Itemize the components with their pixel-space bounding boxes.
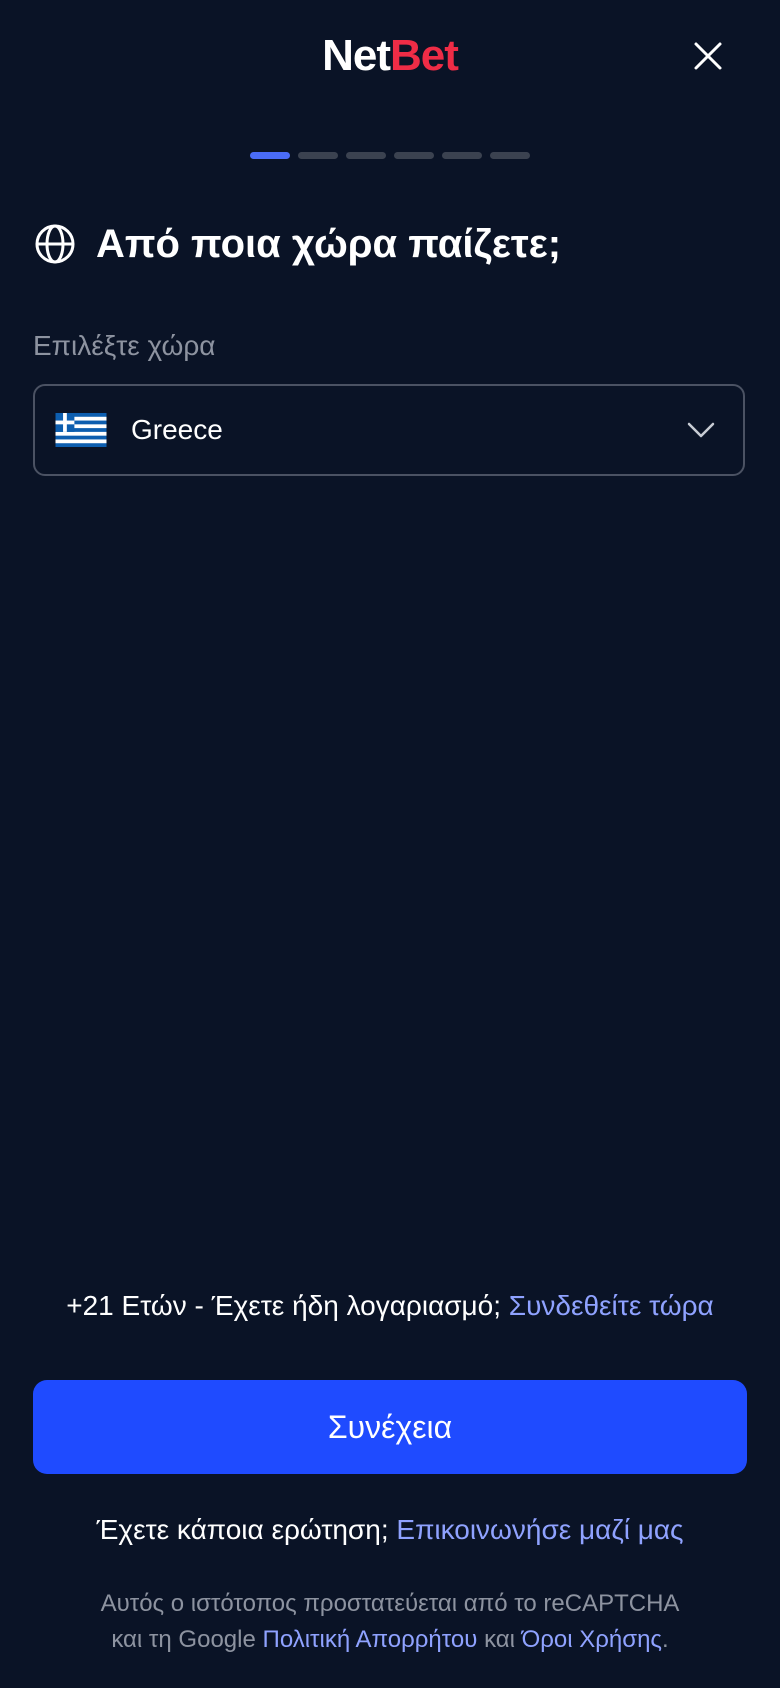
selected-country: Greece [131, 414, 223, 445]
header: NetBet [0, 0, 780, 112]
recaptcha-notice: Αυτός ο ιστότοπος προστατεύεται από το r… [0, 1586, 780, 1658]
recaptcha-line-1: Αυτός ο ιστότοπος προστατεύεται από το r… [100, 1590, 680, 1617]
logo-bet-text: Bet [390, 31, 459, 80]
progress-step-1 [250, 152, 290, 159]
logo-net-text: Net [322, 31, 391, 80]
country-field-label: Επιλέξτε χώρα [33, 330, 216, 361]
close-icon [694, 42, 722, 70]
chevron-down-icon [687, 422, 715, 438]
login-link[interactable]: Συνδεθείτε τώρα [509, 1290, 714, 1321]
terms-link[interactable]: Όροι Χρήσης [522, 1626, 662, 1653]
contact-prompt: Έχετε κάποια ερώτηση; Επικοινωνήσε μαζί … [0, 1514, 780, 1546]
contact-prompt-text: Έχετε κάποια ερώτηση; [96, 1514, 389, 1545]
progress-step-4 [394, 152, 434, 159]
continue-button[interactable]: Συνέχεια [33, 1380, 747, 1474]
login-prompt: +21 Ετών - Έχετε ήδη λογαριασμό; Συνδεθε… [0, 1290, 780, 1322]
contact-link[interactable]: Επικοινωνήσε μαζί μας [396, 1514, 683, 1545]
progress-step-2 [298, 152, 338, 159]
login-prompt-text: +21 Ετών - Έχετε ήδη λογαριασμό; [66, 1290, 502, 1321]
progress-step-3 [346, 152, 386, 159]
privacy-policy-link[interactable]: Πολιτική Απορρήτου [262, 1626, 477, 1653]
recaptcha-suffix: . [661, 1626, 669, 1653]
greece-flag-icon [55, 413, 107, 447]
title-row: Από ποια χώρα παίζετε; [34, 218, 561, 270]
progress-step-6 [490, 152, 530, 159]
globe-icon [35, 224, 75, 264]
progress-step-5 [442, 152, 482, 159]
netbet-logo: NetBet [0, 30, 780, 82]
close-button[interactable] [688, 36, 728, 76]
recaptcha-line-2: και τη Google Πολιτική Απορρήτου και Όρο… [0, 1622, 780, 1658]
recaptcha-conjunction: και [484, 1626, 515, 1653]
country-select[interactable]: Greece [33, 384, 745, 476]
page-title: Από ποια χώρα παίζετε; [96, 222, 562, 266]
recaptcha-prefix: και τη Google [111, 1626, 256, 1653]
step-progress [250, 152, 530, 159]
